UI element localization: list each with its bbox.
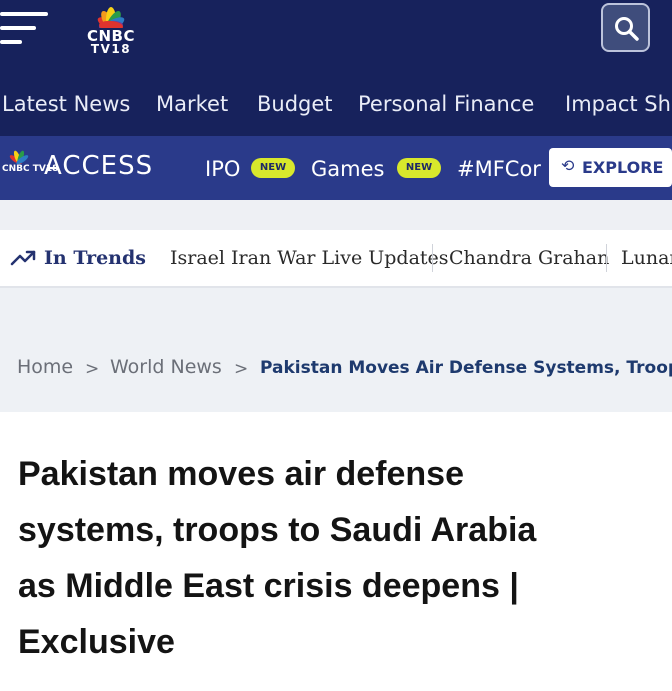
breadcrumb: Home > World News > Pakistan Moves Air D… [0, 288, 672, 412]
breadcrumb-current: Pakistan Moves Air Defense Systems, Troo… [260, 358, 672, 378]
trend-item[interactable]: Lunar [621, 247, 672, 269]
trend-arrow-icon [10, 250, 36, 266]
headline-line: as Middle East crisis deepens | [18, 567, 519, 605]
nav-item-budget[interactable]: Budget [257, 92, 333, 116]
new-badge: NEW [251, 158, 295, 178]
breadcrumb-world-news[interactable]: World News [110, 356, 222, 378]
peacock-icon [97, 7, 125, 28]
explore-label: EXPLORE [582, 158, 664, 177]
logo-text-tv18: TV18 [90, 42, 132, 56]
nav-item-latest-news[interactable]: Latest News [2, 92, 130, 116]
menu-icon[interactable] [0, 12, 48, 52]
headline-line: Pakistan moves air defense [18, 455, 465, 493]
main-nav: Latest News Market Budget Personal Finan… [0, 72, 672, 136]
nav-item-market[interactable]: Market [156, 92, 228, 116]
top-header: CNBC TV18 [0, 0, 672, 72]
access-item-mfcorner[interactable]: #MFCor [457, 157, 541, 181]
divider [432, 244, 433, 272]
cnbc-tv18-logo[interactable]: CNBC TV18 [80, 0, 142, 60]
explore-icon: ⟲ [561, 156, 575, 175]
new-badge: NEW [397, 158, 441, 178]
trend-item[interactable]: Chandra Grahan [449, 247, 609, 269]
nav-item-personal-finance[interactable]: Personal Finance [358, 92, 534, 116]
peacock-icon [9, 150, 29, 164]
search-button[interactable] [601, 3, 650, 52]
access-item-ipo[interactable]: IPO [205, 157, 240, 181]
breadcrumb-home[interactable]: Home [17, 356, 73, 378]
article-headline: Pakistan moves air defense systems, troo… [18, 446, 658, 670]
trend-item[interactable]: Israel Iran War Live Updates [170, 247, 449, 269]
headline-line: systems, troops to Saudi Arabia [18, 511, 537, 549]
access-item-games[interactable]: Games [311, 157, 384, 181]
search-icon [615, 17, 639, 41]
trends-label: In Trends [44, 247, 146, 269]
chevron-right-icon: > [234, 359, 249, 379]
trends-bar: In Trends Israel Iran War Live Updates C… [0, 230, 672, 288]
spacer [0, 200, 672, 230]
headline-line: Exclusive [18, 623, 175, 661]
nav-item-impact[interactable]: Impact Sh [565, 92, 671, 116]
access-label[interactable]: ACCESS [44, 151, 153, 181]
chevron-right-icon: > [85, 359, 100, 379]
divider [606, 244, 607, 272]
access-logo[interactable]: CNBC TV18 [2, 148, 58, 182]
explore-button[interactable]: ⟲ EXPLORE [549, 148, 672, 187]
